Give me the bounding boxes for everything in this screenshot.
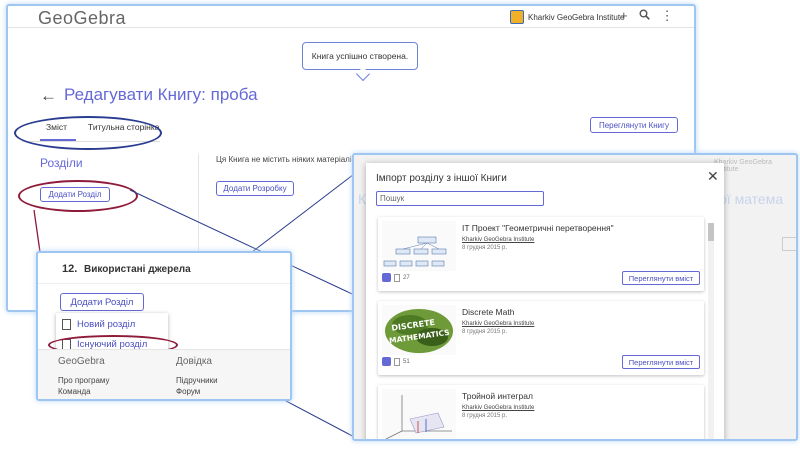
book-thumbnail: DISCRETE MATHEMATICS	[382, 305, 456, 355]
pages-icon	[394, 273, 400, 282]
book-card[interactable]: Тройной интеграл Kharkiv GeoGebra Instit…	[378, 385, 704, 439]
import-dialog-panel: Kharkiv GeoGebra Institute Кі ої матема …	[352, 153, 798, 441]
tab-highlight-ring	[14, 116, 162, 150]
institution-button[interactable]: Kharkiv GeoGebra Institute	[510, 9, 625, 25]
column-divider	[198, 154, 199, 254]
sections-heading: Розділи	[40, 156, 83, 170]
geogebra-logo[interactable]: GeoGebra	[38, 8, 126, 29]
plus-icon[interactable]: +	[620, 8, 628, 24]
book-thumbnail	[382, 221, 456, 271]
back-arrow-icon[interactable]: ←	[40, 86, 57, 106]
book-author[interactable]: Kharkiv GeoGebra Institute	[462, 321, 534, 327]
view-contents-button[interactable]: Переглянути вміст	[622, 355, 700, 369]
background-institution: Kharkiv GeoGebra Institute	[714, 159, 772, 173]
search-placeholder: Пошук	[380, 194, 405, 203]
geogebra-badge-icon	[382, 357, 391, 366]
institution-name: Kharkiv GeoGebra Institute	[528, 12, 625, 22]
view-book-button[interactable]: Переглянути Книгу	[590, 117, 678, 133]
search-input[interactable]: Пошук	[376, 191, 544, 206]
menu-item-new-section[interactable]: Новий розділ	[62, 319, 135, 330]
view-contents-button[interactable]: Переглянути вміст	[622, 271, 700, 285]
geogebra-badge-icon	[382, 273, 391, 282]
page-title: Редагувати Книгу: проба	[64, 85, 258, 104]
footer-heading-geogebra: GeoGebra	[58, 356, 105, 367]
menu-item-label: Новий розділ	[77, 319, 136, 330]
import-section-dialog: Імпорт розділу з іншої Книги ✕ Пошук IT …	[366, 163, 724, 439]
document-icon	[62, 319, 71, 330]
more-vert-icon[interactable]: ⋮	[661, 8, 674, 24]
add-topic-button[interactable]: Додати Розробку	[216, 181, 294, 196]
page-count: 27	[403, 274, 410, 281]
footer-link-tutorials[interactable]: Підручники	[176, 376, 218, 385]
close-icon[interactable]: ✕	[707, 168, 719, 185]
book-card[interactable]: IT Проект "Геометричні перетворення" Kha…	[378, 217, 704, 291]
book-thumbnail	[382, 389, 456, 439]
book-title: IT Проект "Геометричні перетворення"	[462, 223, 614, 233]
dropdown-inset: 12. Використані джерела Додати Розділ Но…	[36, 251, 292, 401]
search-icon[interactable]	[639, 8, 650, 24]
success-toast: Книга успішно створена.	[302, 42, 418, 70]
inset-divider	[38, 283, 290, 284]
book-meta: 51	[382, 357, 410, 366]
institution-badge-icon	[510, 10, 524, 24]
scrollbar-thumb[interactable]	[708, 223, 714, 241]
footer-link-team[interactable]: Команда	[58, 387, 91, 396]
pages-icon	[394, 357, 400, 366]
book-date: 8 грудня 2015 р.	[462, 329, 508, 335]
empty-book-message: Ця Книга не містить ніяких матеріалів	[216, 155, 356, 164]
book-meta: 27	[382, 273, 410, 282]
book-author[interactable]: Kharkiv GeoGebra Institute	[462, 405, 534, 411]
add-section-button-zoomed[interactable]: Додати Розділ	[60, 293, 144, 311]
section-number: 12.	[62, 263, 78, 275]
footer-link-forum[interactable]: Форум	[176, 387, 200, 396]
background-button	[782, 237, 796, 251]
top-actions: + ⋮	[620, 8, 674, 24]
background-heading-right: ої матема	[719, 191, 784, 207]
book-date: 8 грудня 2015 р.	[462, 245, 508, 251]
section-title: Використані джерела	[84, 264, 191, 275]
top-bar: GeoGebra Kharkiv GeoGebra Institute + ⋮	[8, 6, 694, 28]
book-title: Discrete Math	[462, 307, 515, 317]
footer-link-about[interactable]: Про програму	[58, 376, 110, 385]
page-count: 51	[403, 358, 410, 365]
page-footer: GeoGebra Про програму Команда Довідка Пі…	[38, 349, 290, 399]
book-title: Тройной интеграл	[462, 391, 533, 401]
dialog-title: Імпорт розділу з іншої Книги	[376, 173, 507, 184]
book-card[interactable]: DISCRETE MATHEMATICS Discrete Math Khark…	[378, 301, 704, 375]
book-date: 8 грудня 2015 р.	[462, 413, 508, 419]
book-author[interactable]: Kharkiv GeoGebra Institute	[462, 237, 534, 243]
add-section-highlight-ring	[18, 180, 138, 212]
scrollbar-track[interactable]	[708, 223, 714, 439]
footer-heading-help: Довідка	[176, 356, 212, 367]
